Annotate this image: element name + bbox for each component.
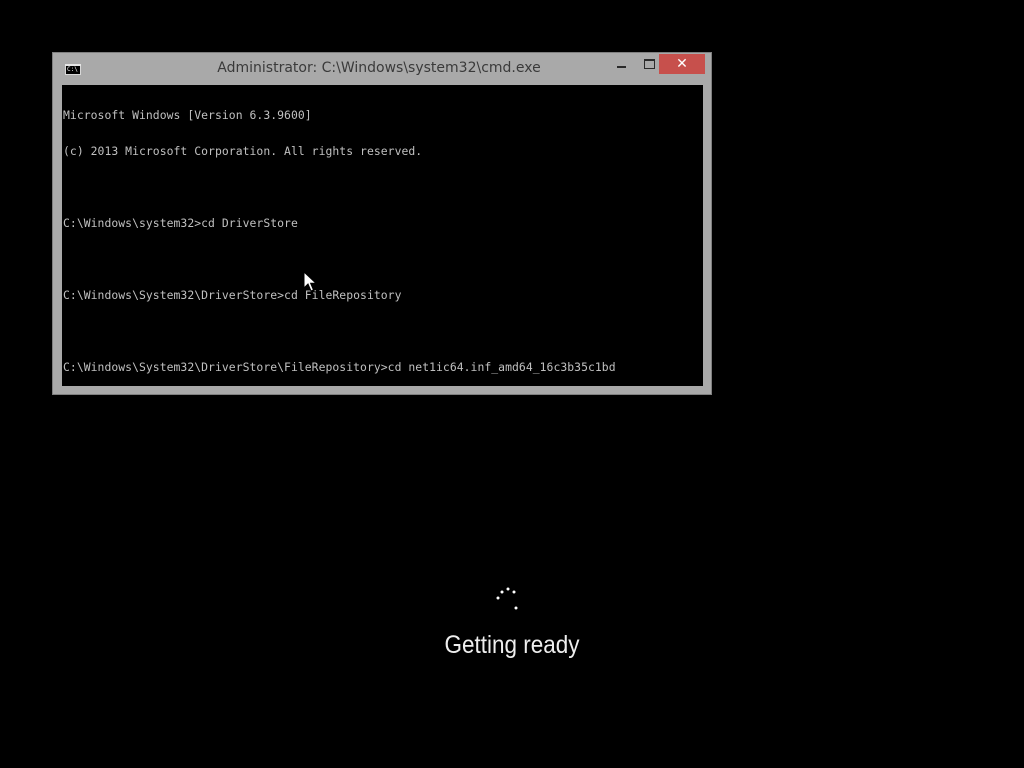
loading-spinner-icon bbox=[496, 587, 518, 610]
console-line: C:\Windows\system32>cd DriverStore bbox=[63, 216, 298, 230]
close-button[interactable]: ✕ bbox=[659, 54, 705, 74]
console-line: Microsoft Windows [Version 6.3.9600] bbox=[63, 108, 312, 122]
maximize-icon bbox=[644, 59, 655, 69]
close-icon: ✕ bbox=[676, 56, 688, 72]
minimize-button[interactable] bbox=[608, 54, 634, 74]
getting-ready-status: Getting ready bbox=[444, 631, 580, 659]
mouse-pointer-icon bbox=[303, 271, 317, 292]
cmd-window[interactable]: C:\ Administrator: C:\Windows\system32\c… bbox=[52, 52, 712, 395]
console-line: C:\Windows\System32\DriverStore\FileRepo… bbox=[63, 360, 616, 374]
console-output[interactable]: Microsoft Windows [Version 6.3.9600] (c)… bbox=[62, 85, 703, 386]
minimize-icon bbox=[617, 66, 626, 68]
console-line: C:\Windows\System32\DriverStore>cd FileR… bbox=[63, 288, 402, 302]
title-bar[interactable]: C:\ Administrator: C:\Windows\system32\c… bbox=[53, 53, 711, 85]
console-line: (c) 2013 Microsoft Corporation. All righ… bbox=[63, 144, 423, 158]
